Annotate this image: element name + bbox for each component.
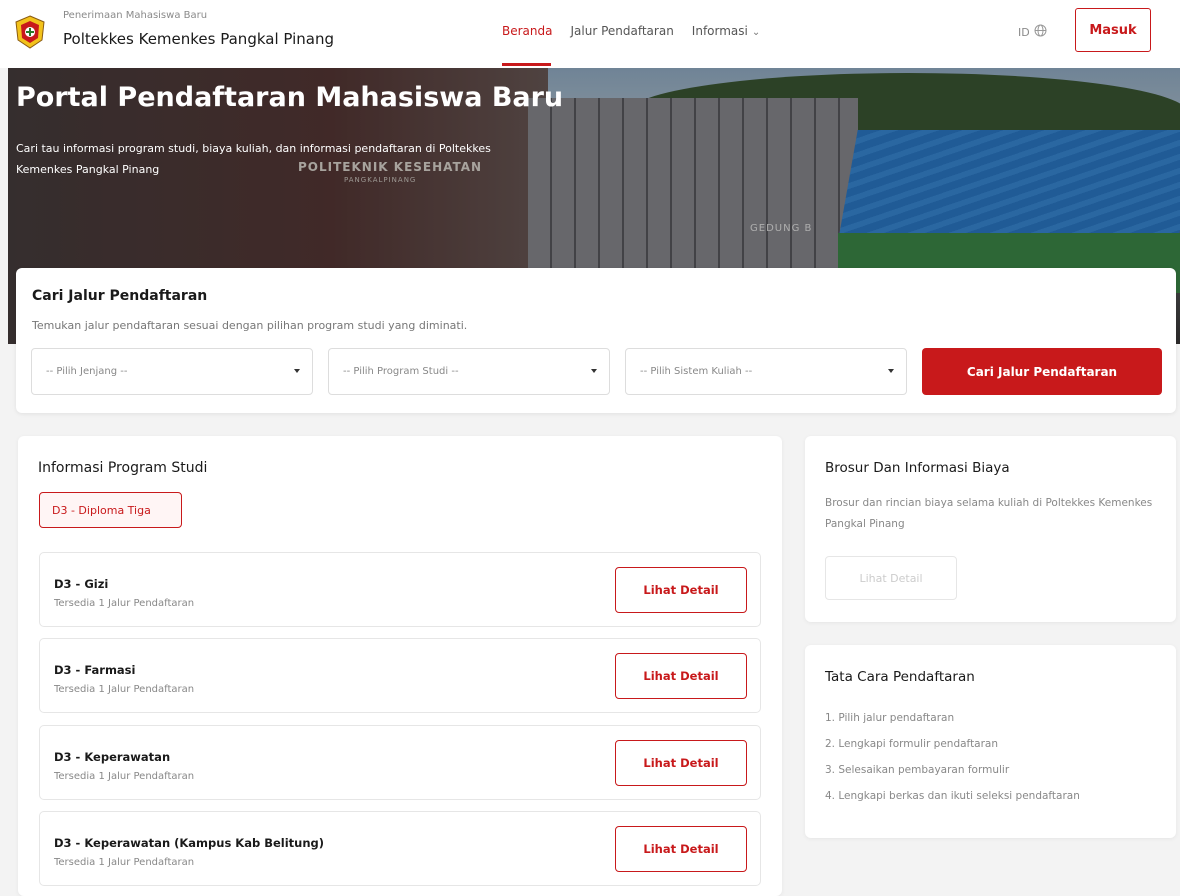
program-row: D3 - Gizi Tersedia 1 Jalur Pendaftaran L… xyxy=(39,552,761,627)
program-name: D3 - Keperawatan (Kampus Kab Belitung) xyxy=(54,836,325,850)
brosur-card: Brosur Dan Informasi Biaya Brosur dan ri… xyxy=(805,436,1176,622)
top-navbar: Penerimaan Mahasiswa Baru Poltekkes Keme… xyxy=(0,0,1180,68)
nav-jalur-pendaftaran[interactable]: Jalur Pendaftaran xyxy=(570,24,673,38)
program-name: D3 - Gizi xyxy=(54,577,109,591)
brosur-description: Brosur dan rincian biaya selama kuliah d… xyxy=(825,497,1153,530)
tab-d3-diploma-tiga[interactable]: D3 - Diploma Tiga xyxy=(39,492,182,528)
nav-informasi-label: Informasi xyxy=(691,24,748,38)
lihat-detail-button[interactable]: Lihat Detail xyxy=(615,740,747,786)
program-row: D3 - Keperawatan Tersedia 1 Jalur Pendaf… xyxy=(39,725,761,800)
lihat-detail-button[interactable]: Lihat Detail xyxy=(615,567,747,613)
jenjang-select[interactable]: -- Pilih Jenjang -- xyxy=(31,348,313,395)
globe-icon xyxy=(1034,24,1047,40)
program-studi-card: Informasi Program Studi D3 - Diploma Tig… xyxy=(18,436,782,896)
step-item: 1. Pilih jalur pendaftaran xyxy=(825,712,955,724)
caret-down-icon xyxy=(591,369,597,373)
lihat-detail-button[interactable]: Lihat Detail xyxy=(615,653,747,699)
brosur-title: Brosur Dan Informasi Biaya xyxy=(825,460,1010,476)
search-description: Temukan jalur pendaftaran sesuai dengan … xyxy=(32,319,468,332)
caret-down-icon xyxy=(294,369,300,373)
hero-subtitle: Cari tau informasi program studi, biaya … xyxy=(16,142,491,176)
program-row: D3 - Farmasi Tersedia 1 Jalur Pendaftara… xyxy=(39,638,761,713)
tata-cara-card: Tata Cara Pendaftaran 1. Pilih jalur pen… xyxy=(805,645,1176,838)
caret-down-icon xyxy=(888,369,894,373)
step-item: 3. Selesaikan pembayaran formulir xyxy=(825,764,1010,776)
main-nav: Beranda Jalur Pendaftaran Informasi ⌄ xyxy=(502,24,778,38)
step-item: 4. Lengkapi berkas dan ikuti seleksi pen… xyxy=(825,790,1080,802)
tata-cara-title: Tata Cara Pendaftaran xyxy=(825,669,975,685)
chevron-down-icon: ⌄ xyxy=(751,27,761,38)
program-availability: Tersedia 1 Jalur Pendaftaran xyxy=(54,857,195,868)
program-name: D3 - Farmasi xyxy=(54,663,136,677)
poltekkes-logo-icon[interactable] xyxy=(12,14,48,50)
program-studi-select-value: -- Pilih Program Studi -- xyxy=(343,366,459,377)
brand-subtitle: Penerimaan Mahasiswa Baru xyxy=(63,10,208,21)
lihat-detail-button[interactable]: Lihat Detail xyxy=(615,826,747,872)
nav-active-indicator xyxy=(502,63,551,66)
cari-jalur-button[interactable]: Cari Jalur Pendaftaran xyxy=(922,348,1162,395)
nav-informasi[interactable]: Informasi ⌄ xyxy=(692,24,760,38)
brand-title[interactable]: Poltekkes Kemenkes Pangkal Pinang xyxy=(63,30,334,48)
brosur-lihat-detail-button[interactable]: Lihat Detail xyxy=(825,556,957,600)
program-availability: Tersedia 1 Jalur Pendaftaran xyxy=(54,684,195,695)
login-button[interactable]: Masuk xyxy=(1075,8,1151,52)
language-code: ID xyxy=(1018,25,1030,39)
program-availability: Tersedia 1 Jalur Pendaftaran xyxy=(54,598,195,609)
nav-beranda[interactable]: Beranda xyxy=(502,24,552,38)
program-availability: Tersedia 1 Jalur Pendaftaran xyxy=(54,771,195,782)
step-item: 2. Lengkapi formulir pendaftaran xyxy=(825,738,999,750)
hero-title: Portal Pendaftaran Mahasiswa Baru xyxy=(16,82,564,113)
sistem-kuliah-select-value: -- Pilih Sistem Kuliah -- xyxy=(640,366,753,377)
sistem-kuliah-select[interactable]: -- Pilih Sistem Kuliah -- xyxy=(625,348,907,395)
program-studi-select[interactable]: -- Pilih Program Studi -- xyxy=(328,348,610,395)
search-card: Cari Jalur Pendaftaran Temukan jalur pen… xyxy=(16,268,1176,413)
search-title: Cari Jalur Pendaftaran xyxy=(32,288,208,304)
program-name: D3 - Keperawatan xyxy=(54,750,171,764)
jenjang-select-value: -- Pilih Jenjang -- xyxy=(46,366,128,377)
program-row: D3 - Keperawatan (Kampus Kab Belitung) T… xyxy=(39,811,761,886)
tata-cara-steps: 1. Pilih jalur pendaftaran 2. Lengkapi f… xyxy=(825,705,1080,809)
program-studi-title: Informasi Program Studi xyxy=(38,460,208,476)
language-switcher[interactable]: ID xyxy=(1018,24,1047,40)
